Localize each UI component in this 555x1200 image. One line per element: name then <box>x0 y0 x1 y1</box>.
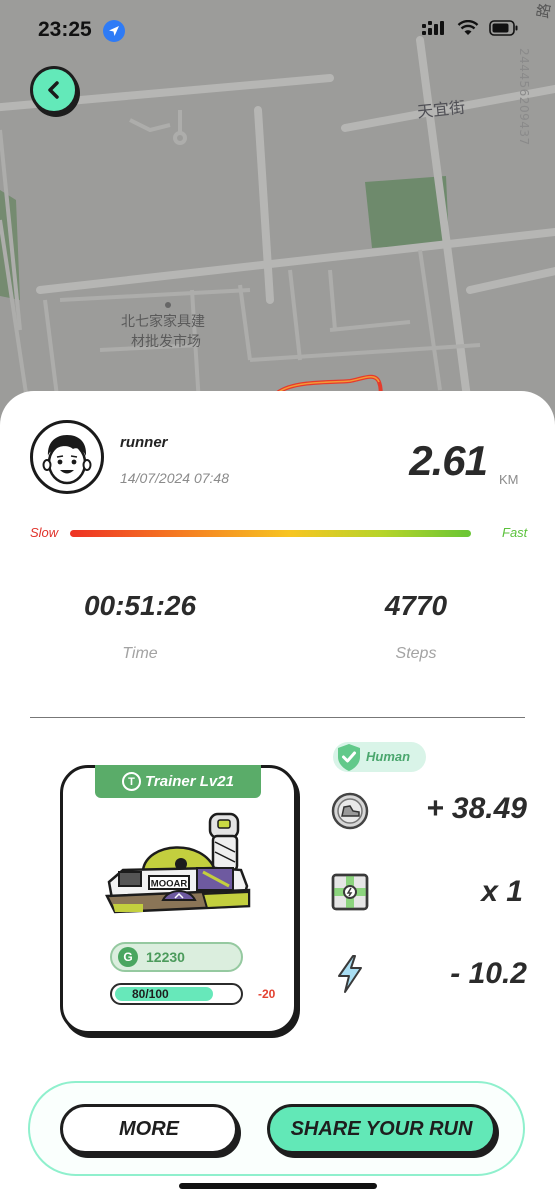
location-arrow-icon <box>103 20 125 42</box>
status-indicators <box>421 20 519 36</box>
distance-value: 2.61 <box>409 437 488 484</box>
back-button[interactable] <box>30 66 78 114</box>
energy-bolt-icon <box>338 955 362 993</box>
sneaker-image: MOOAR <box>105 812 251 914</box>
durability-text: 80/100 <box>132 987 169 1001</box>
durability-change: -20 <box>258 987 276 1001</box>
sneaker-brand-label: MOOAR <box>151 879 188 890</box>
map-id-label: 2444562094​37 <box>517 48 531 146</box>
share-run-button[interactable]: SHARE YOUR RUN <box>267 1104 496 1154</box>
sneaker-type-tab: T Trainer Lv21 <box>95 765 261 798</box>
gst-token-icon <box>331 792 369 830</box>
home-indicator <box>179 1183 377 1189</box>
map-roads <box>0 0 555 420</box>
more-button[interactable]: MORE <box>60 1104 238 1154</box>
map-poi-label-line1: 北七家家具建 <box>121 314 205 330</box>
map-poi-label-line2: 材批发市场 <box>131 334 201 350</box>
avatar[interactable] <box>30 420 104 494</box>
trainer-icon: T <box>122 772 142 791</box>
status-time: 23:25 <box>38 18 92 41</box>
energy-cost-value: - 10.2 <box>450 957 527 990</box>
gem-value: 12230 <box>146 949 185 965</box>
time-label: Time <box>122 645 158 662</box>
time-value: 00:51:26 <box>83 590 197 621</box>
status-bar: 23:25 <box>0 0 555 62</box>
human-verification-badge: Human <box>333 742 426 772</box>
chevron-left-icon <box>48 81 59 99</box>
run-datetime: 14/07/2024 07:48 <box>120 470 229 486</box>
section-divider <box>30 717 525 718</box>
username: runner <box>120 434 168 451</box>
speed-gradient-bar <box>70 530 471 537</box>
cellular-signal-icon <box>422 21 444 35</box>
durability-bar: 80/100 <box>110 983 243 1005</box>
map-street-label: 天宜街 <box>416 97 467 122</box>
mystery-box-icon <box>331 873 369 911</box>
gst-reward-value: + 38.49 <box>426 792 527 825</box>
distance-unit: KM <box>499 472 519 487</box>
gem-icon: G <box>118 947 138 967</box>
speed-slow-label: Slow <box>30 525 59 540</box>
speed-fast-label: Fast <box>502 525 528 540</box>
route-map[interactable]: 北七家家具建 材批发市场 天宜街 2444562094​37 路 <box>0 0 555 420</box>
steps-label: Steps <box>395 645 437 662</box>
map-poi-label: 北七家家具建 材批发市场 <box>121 312 205 352</box>
box-reward-value: x 1 <box>481 875 523 908</box>
gem-value-badge: G 12230 <box>110 942 243 972</box>
wifi-icon <box>457 20 479 35</box>
trainer-level-label: Trainer Lv21 <box>145 773 234 790</box>
battery-icon <box>489 20 518 36</box>
avatar-face-icon <box>42 435 92 485</box>
shield-check-icon <box>338 744 360 771</box>
human-label: Human <box>366 749 411 764</box>
steps-value: 4770 <box>384 590 448 621</box>
